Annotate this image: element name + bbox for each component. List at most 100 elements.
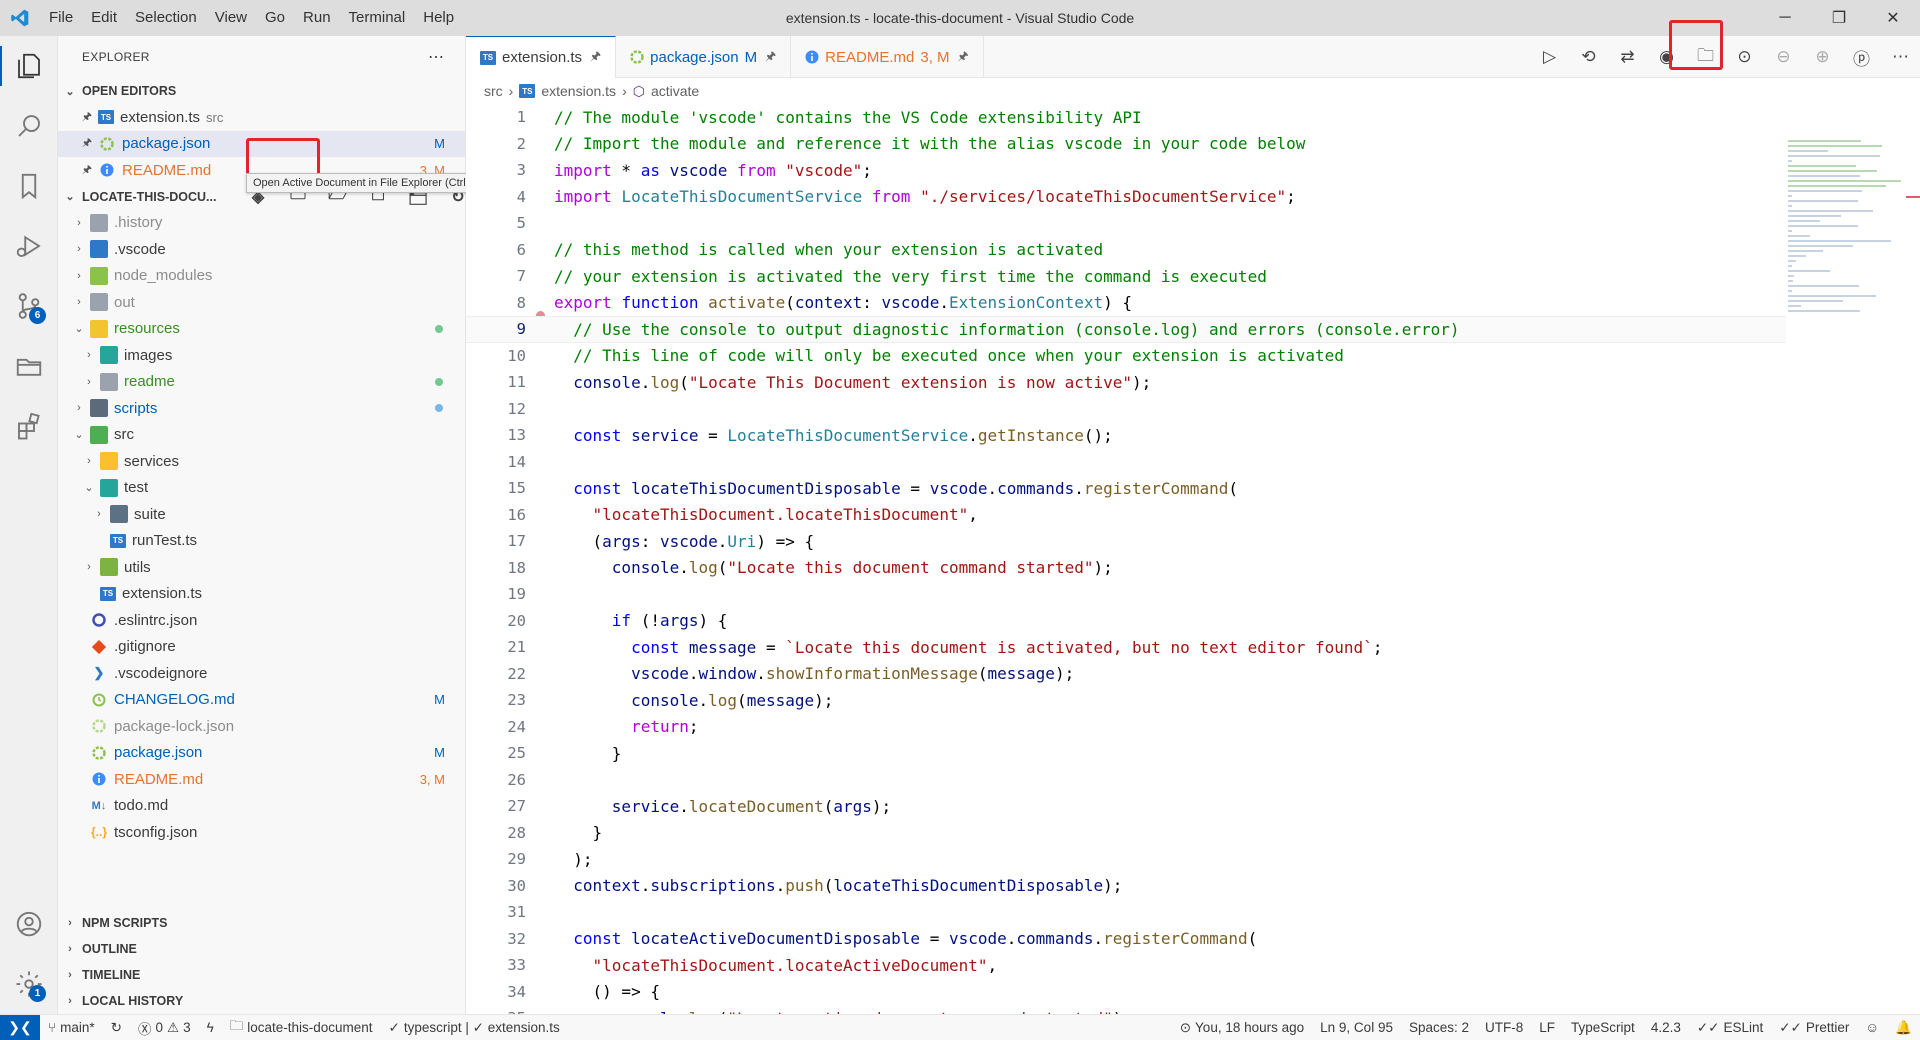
eslint-item[interactable]: ✓✓ ESLint	[1689, 1020, 1771, 1036]
code-line[interactable]: 26	[466, 767, 1786, 794]
menu-go[interactable]: Go	[256, 0, 294, 36]
notifications-bell-icon[interactable]: 🔔	[1887, 1020, 1920, 1036]
timeline-header[interactable]: › TIMELINE	[58, 962, 465, 988]
code-line[interactable]: 10 // This line of code will only be exe…	[466, 343, 1786, 370]
problems-item[interactable]: Ⓧ 0 ⚠ 3	[130, 1018, 199, 1038]
branch-item[interactable]: ⑂ main*	[40, 1020, 103, 1035]
pin-icon[interactable]: 🖈	[80, 108, 94, 127]
tab-readme[interactable]: README.md 3, M 🖈	[791, 36, 984, 78]
menu-selection[interactable]: Selection	[126, 0, 206, 36]
code-line[interactable]: 20 if (!args) {	[466, 608, 1786, 635]
tree-item-node-modules[interactable]: › node_modules	[58, 263, 465, 290]
folder-view-icon[interactable]	[0, 336, 58, 396]
run-icon[interactable]: ▷	[1530, 47, 1569, 67]
code-line[interactable]: 32 const locateActiveDocumentDisposable …	[466, 926, 1786, 953]
code-line[interactable]: 18 console.log("Locate this document com…	[466, 555, 1786, 582]
sync-icon[interactable]: ↻	[103, 1020, 130, 1036]
code-line[interactable]: 21 const message = `Locate this document…	[466, 634, 1786, 661]
more-actions-icon[interactable]: ⋯	[428, 47, 445, 67]
code-line[interactable]: 15 const locateThisDocumentDisposable = …	[466, 475, 1786, 502]
tree-item-vscodeignore[interactable]: ❯ .vscodeignore	[58, 660, 465, 687]
previous-change-icon[interactable]: ⊖	[1764, 47, 1803, 67]
code-line[interactable]: 27 service.locateDocument(args);	[466, 793, 1786, 820]
code-line[interactable]: 33 "locateThisDocument.locateActiveDocum…	[466, 952, 1786, 979]
tree-item-package-json[interactable]: package.json M	[58, 740, 465, 767]
indentation[interactable]: Spaces: 2	[1401, 1020, 1477, 1035]
tab-extension-ts[interactable]: TS extension.ts 🖈	[466, 36, 617, 78]
timeline-icon[interactable]: ⓟ	[1842, 45, 1881, 70]
pin-icon[interactable]: 🖈	[765, 47, 776, 68]
tree-item-tsconfig[interactable]: {..} tsconfig.json	[58, 819, 465, 846]
run-debug-icon[interactable]	[0, 216, 58, 276]
minimap[interactable]	[1788, 140, 1908, 420]
tree-item-suite[interactable]: › suite	[58, 501, 465, 528]
breadcrumb-item[interactable]: extension.ts	[541, 83, 616, 99]
menu-file[interactable]: File	[40, 0, 82, 36]
workspace-item[interactable]: 🗀 locate-this-document	[222, 1016, 381, 1039]
tab-package-json[interactable]: package.json M 🖈	[616, 36, 792, 78]
next-change-icon[interactable]: ⊕	[1803, 47, 1842, 67]
breadcrumb-item[interactable]: activate	[651, 83, 699, 99]
code-line[interactable]: 4 import LocateThisDocumentService from "…	[466, 184, 1786, 211]
npm-scripts-header[interactable]: › NPM SCRIPTS	[58, 910, 465, 936]
ts-check-item[interactable]: ✓ typescript | ✓ extension.ts	[381, 1020, 568, 1036]
code-line[interactable]: 9 // Use the console to output diagnosti…	[466, 316, 1786, 343]
tree-item-runtest[interactable]: TS runTest.ts	[58, 528, 465, 555]
blame-item[interactable]: ⊙ You, 18 hours ago	[1172, 1020, 1312, 1036]
code-line[interactable]: 8 export function activate(context: vscod…	[466, 290, 1786, 320]
code-line[interactable]: 22 vscode.window.showInformationMessage(…	[466, 661, 1786, 688]
source-control-icon[interactable]: 6	[0, 276, 58, 336]
ts-version[interactable]: 4.2.3	[1643, 1020, 1689, 1035]
compare-changes-icon[interactable]: ⇄	[1608, 47, 1647, 67]
prettier-item[interactable]: ✓✓ Prettier	[1771, 1020, 1857, 1036]
tree-item-services[interactable]: › services	[58, 448, 465, 475]
open-editor-item[interactable]: 🖈 TS extension.ts src	[58, 104, 465, 131]
code-line[interactable]: 17 (args: vscode.Uri) => {	[466, 528, 1786, 555]
tree-item-readme[interactable]: › readme	[58, 369, 465, 396]
remote-icon[interactable]: ❯❮	[0, 1014, 40, 1040]
tree-item-resources[interactable]: ⌄ resources	[58, 316, 465, 343]
outline-header[interactable]: › OUTLINE	[58, 936, 465, 962]
tree-item-utils[interactable]: › utils	[58, 554, 465, 581]
cursor-position[interactable]: Ln 9, Col 95	[1312, 1020, 1401, 1035]
menu-help[interactable]: Help	[414, 0, 463, 36]
tree-item-out[interactable]: › out	[58, 289, 465, 316]
tree-item-changelog[interactable]: CHANGELOG.md M	[58, 687, 465, 714]
language-mode[interactable]: TypeScript	[1563, 1020, 1643, 1035]
code-editor[interactable]: 1 // The module 'vscode' contains the VS …	[466, 104, 1786, 1032]
pin-icon[interactable]: 🖈	[958, 47, 969, 68]
code-line[interactable]: 6 // this method is called when your exte…	[466, 237, 1786, 264]
menu-terminal[interactable]: Terminal	[340, 0, 415, 36]
tree-item-scripts[interactable]: › scripts	[58, 395, 465, 422]
encoding[interactable]: UTF-8	[1477, 1020, 1531, 1035]
tree-item-readme-md[interactable]: README.md 3, M	[58, 766, 465, 793]
end-of-line[interactable]: LF	[1531, 1020, 1563, 1035]
settings-gear-icon[interactable]: 1	[0, 954, 58, 1014]
code-line[interactable]: 34 () => {	[466, 979, 1786, 1006]
pin-icon[interactable]: 🖈	[80, 134, 94, 153]
tree-item-todo[interactable]: M↓ todo.md	[58, 793, 465, 820]
tree-item-eslintrc[interactable]: .eslintrc.json	[58, 607, 465, 634]
search-icon[interactable]	[0, 96, 58, 156]
tree-item-gitignore[interactable]: .gitignore	[58, 634, 465, 661]
code-line[interactable]: 3 import * as vscode from "vscode";	[466, 157, 1786, 184]
code-line[interactable]: 5	[466, 210, 1786, 237]
local-history-header[interactable]: › LOCAL HISTORY	[58, 988, 465, 1014]
history-icon[interactable]: ⟲	[1569, 47, 1608, 67]
code-line[interactable]: 24 return;	[466, 714, 1786, 741]
open-editors-header[interactable]: ⌄ OPEN EDITORS	[58, 78, 465, 104]
tree-item-extension-ts[interactable]: TS extension.ts	[58, 581, 465, 608]
lightning-icon[interactable]: ϟ	[199, 1020, 222, 1035]
account-icon[interactable]	[0, 894, 58, 954]
explorer-icon[interactable]	[0, 36, 58, 96]
code-line[interactable]: 16 "locateThisDocument.locateThisDocumen…	[466, 502, 1786, 529]
menu-edit[interactable]: Edit	[82, 0, 126, 36]
code-line[interactable]: 23 console.log(message);	[466, 687, 1786, 714]
code-line[interactable]: 19	[466, 581, 1786, 608]
tree-item-history[interactable]: › .history	[58, 210, 465, 237]
pin-icon[interactable]: 🖈	[590, 47, 601, 68]
bookmarks-icon[interactable]	[0, 156, 58, 216]
git-commit-icon[interactable]: ⊙	[1725, 47, 1764, 67]
extensions-icon[interactable]	[0, 396, 58, 456]
tree-item-test[interactable]: ⌄ test	[58, 475, 465, 502]
